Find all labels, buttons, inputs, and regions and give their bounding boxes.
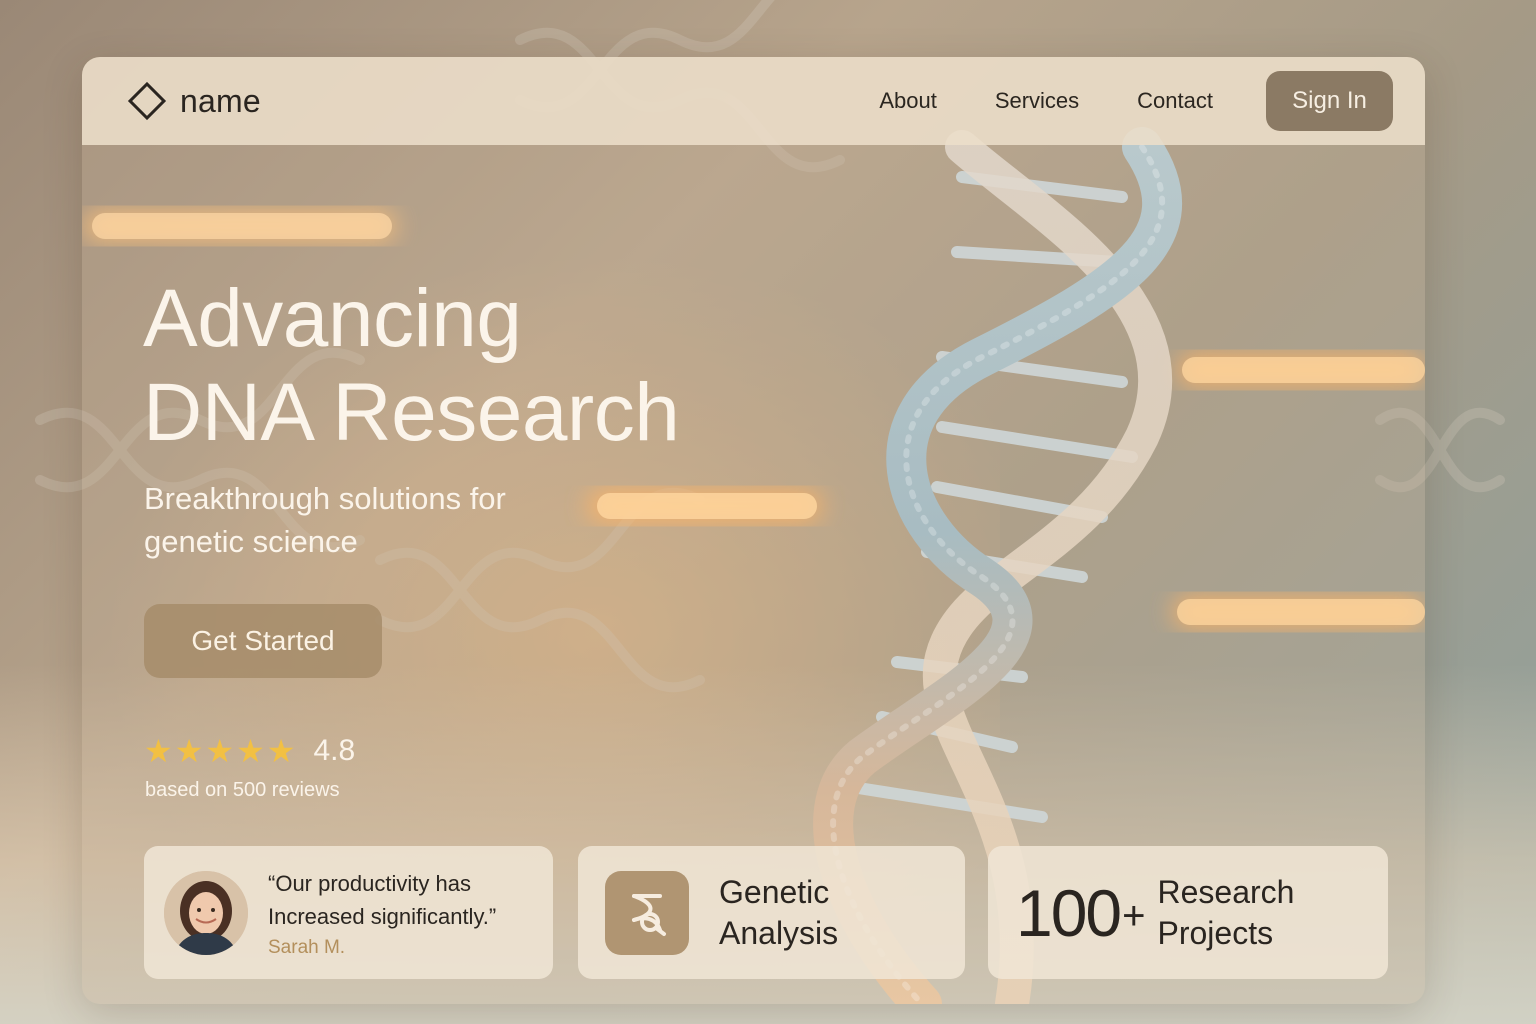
nav-link-contact[interactable]: Contact bbox=[1137, 88, 1213, 114]
reviews-count: based on 500 reviews bbox=[145, 779, 340, 801]
testimonial-quote: “Our productivity has Increased signific… bbox=[268, 870, 497, 929]
hero-subtitle: Breakthrough solutions for genetic scien… bbox=[144, 481, 506, 559]
star-icon: ★ bbox=[174, 733, 204, 769]
projects-label: Research Projects bbox=[1157, 873, 1295, 951]
genetic-analysis-card[interactable]: Genetic Analysis bbox=[578, 846, 965, 979]
projects-count: 100 bbox=[1016, 875, 1122, 950]
star-icon: ★ bbox=[266, 733, 296, 769]
testimonial-card[interactable]: “Our productivity has Increased signific… bbox=[144, 846, 553, 979]
hero-title-line-1: Advancing bbox=[143, 273, 522, 364]
main-panel: name About Services Contact Sign In Adva… bbox=[82, 57, 1425, 1004]
rating-stars: ★ ★ ★ ★ ★ bbox=[144, 733, 295, 769]
diamond-logo-icon bbox=[126, 80, 168, 122]
dna-analysis-icon bbox=[605, 870, 689, 955]
testimonial-text: “Our productivity has Increased signific… bbox=[268, 867, 528, 959]
get-started-button[interactable]: Get Started bbox=[144, 604, 382, 678]
projects-plus: + bbox=[1122, 894, 1146, 938]
hero-title: Advancing DNA Research bbox=[143, 272, 863, 460]
brand[interactable]: name bbox=[126, 80, 261, 122]
brand-name: name bbox=[180, 82, 261, 119]
navbar: name About Services Contact Sign In bbox=[82, 57, 1425, 145]
star-icon: ★ bbox=[236, 733, 265, 769]
genetic-analysis-title: Genetic Analysis bbox=[719, 873, 839, 951]
star-icon: ★ bbox=[144, 733, 173, 769]
star-icon: ★ bbox=[205, 733, 235, 769]
nav-links: About Services Contact Sign In bbox=[821, 71, 1393, 131]
nav-link-about[interactable]: About bbox=[879, 88, 937, 114]
research-projects-card[interactable]: 100 + Research Projects bbox=[988, 846, 1388, 979]
rating-value: 4.8 bbox=[313, 734, 356, 767]
nav-link-services[interactable]: Services bbox=[995, 88, 1079, 114]
rating: ★ ★ ★ ★ ★ 4.8 bbox=[144, 733, 355, 769]
testimonial-author: Sarah M. bbox=[268, 936, 346, 958]
sign-in-button[interactable]: Sign In bbox=[1266, 71, 1393, 131]
avatar bbox=[164, 870, 248, 955]
hero-title-line-2: DNA Research bbox=[143, 367, 680, 458]
